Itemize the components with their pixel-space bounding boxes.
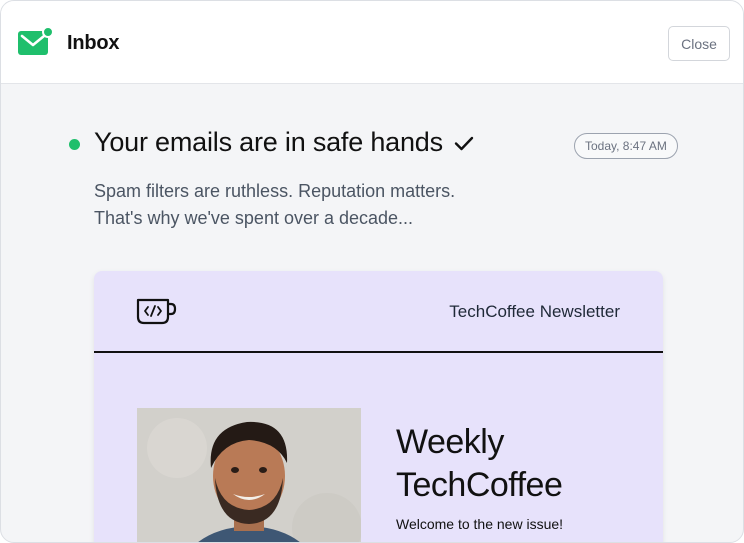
timestamp-badge: Today, 8:47 AM (574, 133, 678, 159)
heading-line: TechCoffee (396, 466, 563, 504)
newsletter-heading: Weekly TechCoffee (396, 421, 563, 507)
header-bar: Inbox Close (1, 1, 743, 84)
email-subject: Your emails are in safe hands (94, 127, 443, 157)
heading-line: Weekly (396, 423, 504, 461)
inbox-window: Inbox Close Your emails are in safe hand… (0, 0, 744, 543)
preview-line: Spam filters are ruthless. Reputation ma… (94, 181, 456, 201)
newsletter-card: TechCoffee Newsletter Weekly TechCoffee … (94, 271, 663, 542)
close-button[interactable]: Close (668, 26, 730, 61)
email-subject-row[interactable]: Your emails are in safe hands (94, 127, 475, 158)
coffee-code-icon (136, 298, 177, 325)
email-preview: Spam filters are ruthless. Reputation ma… (94, 178, 614, 232)
check-icon (454, 136, 474, 150)
author-photo (137, 408, 361, 542)
divider (94, 351, 663, 353)
app-title: Inbox (67, 32, 120, 54)
preview-line: That's why we've spent over a decade... (94, 208, 414, 228)
unread-indicator (69, 139, 80, 150)
newsletter-name: TechCoffee Newsletter (449, 302, 620, 321)
newsletter-subheading: Welcome to the new issue! (396, 516, 564, 532)
mail-icon (18, 27, 54, 55)
